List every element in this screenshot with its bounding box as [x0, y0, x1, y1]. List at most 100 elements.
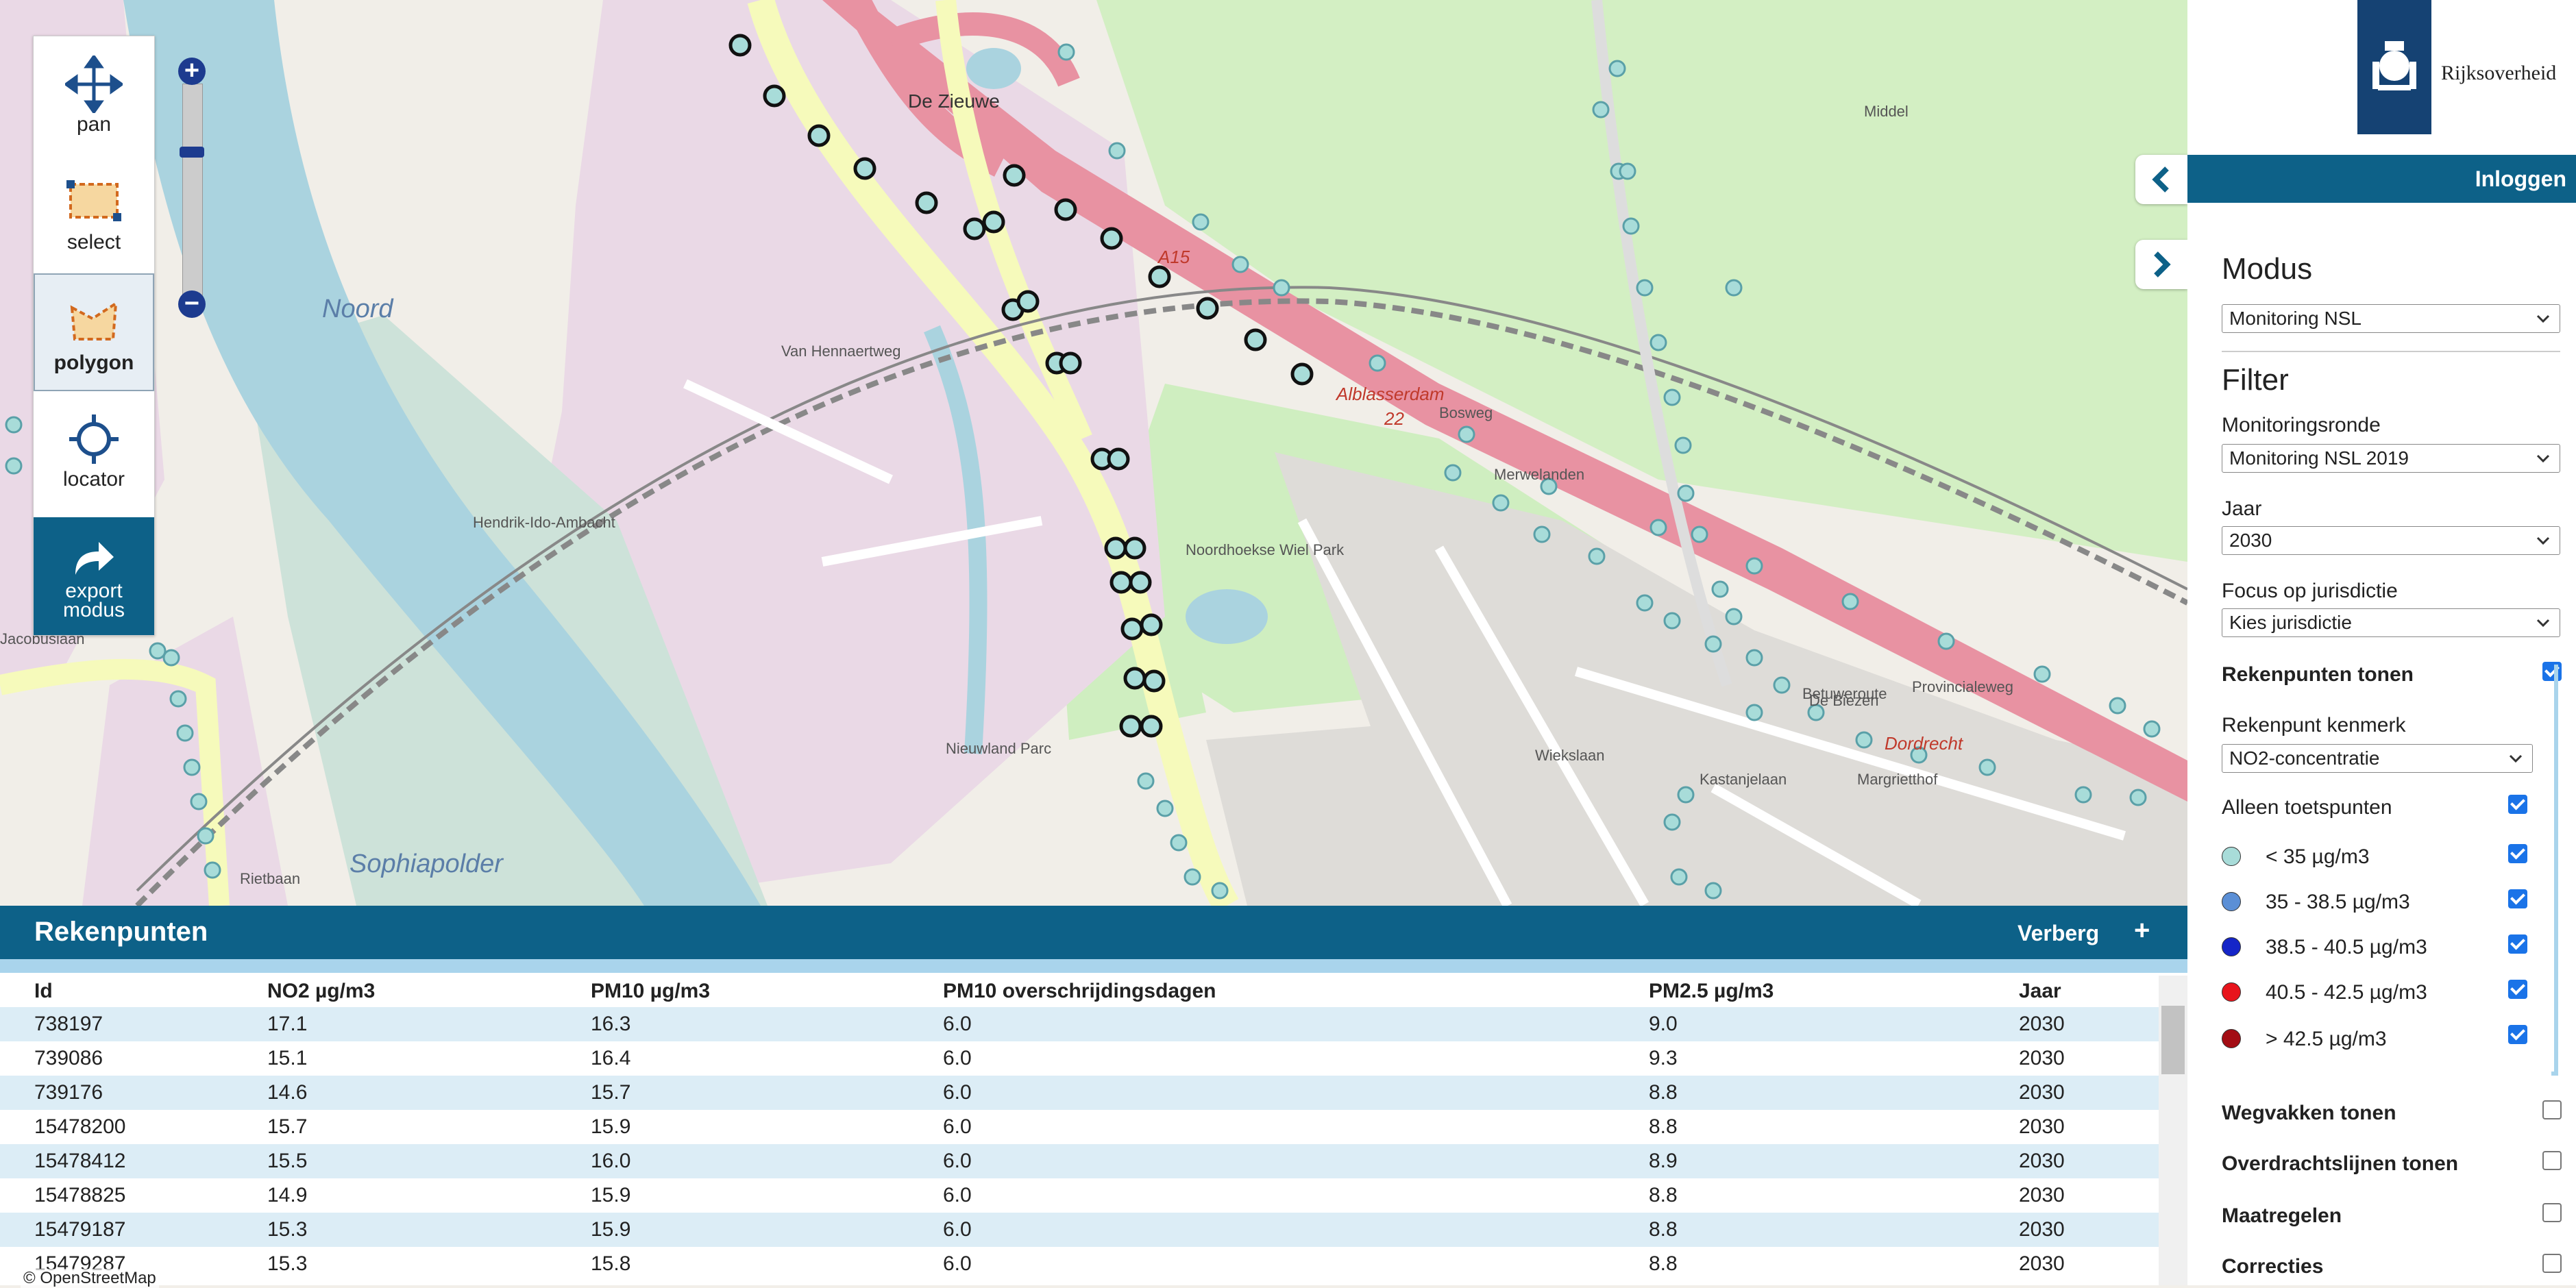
calc-point[interactable]: [1978, 758, 1996, 776]
calc-point[interactable]: [1109, 571, 1133, 594]
calc-point[interactable]: [1677, 786, 1695, 804]
col-id[interactable]: Id: [0, 976, 267, 1007]
calc-point[interactable]: [763, 84, 786, 108]
zoom-out-button[interactable]: −: [178, 290, 206, 318]
calc-point[interactable]: [1649, 519, 1667, 536]
calc-point[interactable]: [169, 690, 187, 708]
calc-point[interactable]: [1192, 213, 1210, 231]
calc-point[interactable]: [1458, 425, 1475, 443]
calc-point[interactable]: [1663, 813, 1681, 831]
kenmerk-select[interactable]: NO2-concentratie: [2222, 744, 2533, 773]
polygon-tool-button[interactable]: polygon: [34, 273, 154, 391]
calc-point[interactable]: [1059, 351, 1082, 375]
maatregelen-checkbox[interactable]: [2542, 1203, 2562, 1222]
zoom-in-button[interactable]: +: [178, 58, 206, 85]
calc-point[interactable]: [1054, 198, 1077, 221]
calc-point[interactable]: [1745, 649, 1763, 667]
calc-point[interactable]: [183, 758, 201, 776]
calc-point[interactable]: [1156, 800, 1174, 817]
calc-point[interactable]: [1123, 667, 1146, 690]
calc-point[interactable]: [1231, 256, 1249, 273]
calc-point[interactable]: [1123, 536, 1146, 560]
calc-point[interactable]: [1170, 834, 1188, 852]
calc-point[interactable]: [1725, 608, 1743, 626]
calc-point[interactable]: [1592, 101, 1610, 119]
calc-point[interactable]: [2033, 665, 2051, 683]
table-row[interactable]: 15478200 15.7 15.9 6.0 8.8 2030: [0, 1110, 2159, 1144]
calc-point[interactable]: [1773, 676, 1791, 694]
col-pm25[interactable]: PM2.5 µg/m3: [1649, 976, 2019, 1007]
col-jaar[interactable]: Jaar: [2019, 976, 2159, 1007]
calc-point[interactable]: [728, 34, 752, 57]
expand-table-button[interactable]: +: [2134, 915, 2150, 946]
calc-point[interactable]: [1636, 279, 1654, 297]
calc-point[interactable]: [1649, 334, 1667, 351]
calc-point[interactable]: [5, 416, 23, 434]
calc-point[interactable]: [1183, 868, 1201, 886]
wegvakken-checkbox[interactable]: [2542, 1100, 2562, 1119]
calc-point[interactable]: [1841, 593, 1859, 610]
table-row[interactable]: 15479187 15.3 15.9 6.0 8.8 2030: [0, 1213, 2159, 1247]
calc-point[interactable]: [1140, 715, 1163, 738]
toetspunten-checkbox[interactable]: [2508, 795, 2527, 814]
col-pm10-dagen[interactable]: PM10 overschrijdingsdagen: [943, 976, 1649, 1007]
table-row[interactable]: 15478412 15.5 16.0 6.0 8.9 2030: [0, 1144, 2159, 1178]
expand-panel-button[interactable]: [2135, 240, 2187, 289]
select-tool-button[interactable]: select: [34, 154, 154, 272]
calc-point[interactable]: [2143, 720, 2161, 738]
calc-point[interactable]: [963, 217, 986, 240]
calc-point[interactable]: [1937, 632, 1955, 650]
calc-point[interactable]: [1369, 354, 1386, 372]
calc-point[interactable]: [1108, 142, 1126, 160]
calc-point[interactable]: [1119, 715, 1142, 738]
legend-checkbox-35-38[interactable]: [2508, 889, 2527, 908]
calc-point[interactable]: [1745, 704, 1763, 721]
legend-checkbox-gt42[interactable]: [2508, 1025, 2527, 1044]
calc-point[interactable]: [1107, 447, 1130, 471]
map-canvas[interactable]: De Zieuwe A15 Alblasserdam 22 Bosweg Middel No…: [0, 0, 2187, 906]
legend-checkbox-lt35[interactable]: [2508, 844, 2527, 863]
calc-point[interactable]: [1120, 617, 1144, 641]
scrollbar-thumb[interactable]: [2161, 1006, 2185, 1074]
calc-point[interactable]: [1016, 290, 1040, 313]
focus-select[interactable]: Kies jurisdictie: [2222, 608, 2560, 637]
col-no2[interactable]: NO2 µg/m3: [267, 976, 591, 1007]
calc-point[interactable]: [1711, 580, 1729, 598]
calc-point[interactable]: [1100, 227, 1123, 250]
calc-point[interactable]: [1636, 594, 1654, 612]
export-modus-button[interactable]: export modus: [34, 517, 154, 635]
calc-point[interactable]: [197, 827, 214, 845]
calc-point[interactable]: [204, 861, 221, 879]
calc-point[interactable]: [162, 649, 180, 667]
calc-point[interactable]: [2109, 697, 2126, 715]
table-row[interactable]: 738197 17.1 16.3 6.0 9.0 2030: [0, 1007, 2159, 1041]
ronde-select[interactable]: Monitoring NSL 2019: [2222, 444, 2560, 473]
calc-point[interactable]: [1725, 279, 1743, 297]
legend-checkbox-38-40[interactable]: [2508, 934, 2527, 954]
collapse-panel-button[interactable]: [2135, 155, 2187, 204]
calc-point[interactable]: [1691, 525, 1708, 543]
calc-point[interactable]: [149, 642, 167, 660]
calc-point[interactable]: [1142, 669, 1166, 693]
calc-point[interactable]: [1290, 362, 1314, 386]
calc-point[interactable]: [1057, 43, 1075, 61]
calc-point[interactable]: [1533, 525, 1551, 543]
table-row[interactable]: 15478825 14.9 15.9 6.0 8.8 2030: [0, 1178, 2159, 1213]
calc-point[interactable]: [1745, 557, 1763, 575]
calc-point[interactable]: [1608, 60, 1626, 77]
calc-point[interactable]: [190, 793, 208, 810]
pan-tool-button[interactable]: pan: [34, 36, 154, 154]
jaar-select[interactable]: 2030: [2222, 526, 2560, 555]
calc-point[interactable]: [1704, 635, 1722, 653]
table-scrollbar[interactable]: [2159, 976, 2187, 1285]
modus-select[interactable]: Monitoring NSL: [2222, 304, 2560, 333]
calc-point[interactable]: [1140, 613, 1163, 636]
correcties-checkbox[interactable]: [2542, 1254, 2562, 1273]
calc-point[interactable]: [176, 724, 194, 742]
calc-point[interactable]: [1670, 868, 1688, 886]
calc-point[interactable]: [1663, 388, 1681, 406]
calc-point[interactable]: [5, 457, 23, 475]
col-pm10[interactable]: PM10 µg/m3: [591, 976, 943, 1007]
locator-tool-button[interactable]: locator: [34, 391, 154, 509]
calc-point[interactable]: [807, 124, 831, 147]
